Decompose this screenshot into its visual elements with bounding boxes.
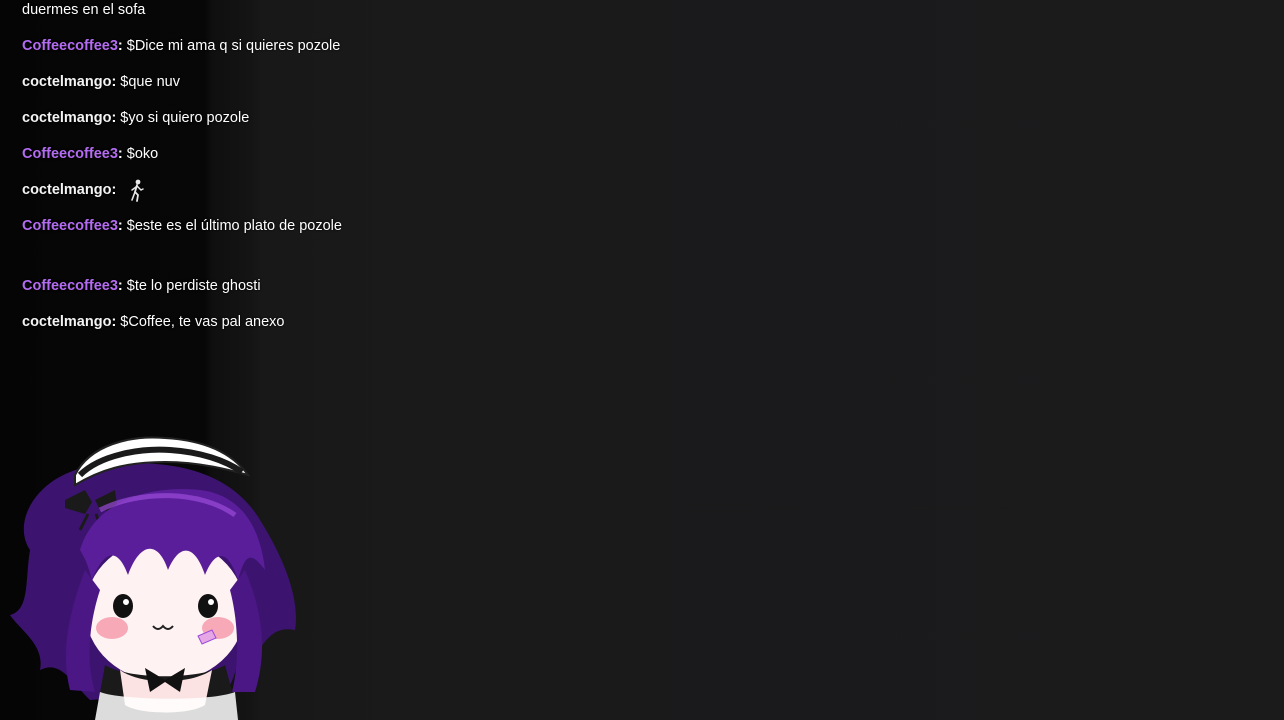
walking-figure-emote: [126, 178, 148, 203]
chat-message: coctelmango: $Coffee, te vas pal anexo: [22, 314, 285, 330]
chat-username[interactable]: Coffeecoffee3: [22, 278, 118, 294]
chat-username[interactable]: coctelmango: [22, 74, 111, 90]
message-text: $te lo perdiste ghosti: [126, 278, 261, 294]
chat-message: duermes en el sofa: [22, 0, 382, 23]
chat-username[interactable]: Coffeecoffee3: [22, 38, 118, 54]
message-text: duermes en el sofa: [22, 2, 146, 18]
chat-message: coctelmango: $yo si quiero pozole: [22, 110, 250, 126]
chat-username[interactable]: coctelmango: [22, 110, 111, 126]
chat-message: coctelmango: $que nuv: [22, 74, 180, 90]
chat-username[interactable]: Coffeecoffee3: [22, 218, 118, 234]
chat-message: Coffeecoffee3: $oko: [22, 146, 159, 162]
stream-overlay: duermes en el sofa Coffeecoffee3: $Dice …: [0, 0, 1284, 720]
message-text: $Coffee, te vas pal anexo: [120, 314, 285, 330]
message-text: $oko: [126, 146, 159, 162]
chat-message: Coffeecoffee3: $te lo perdiste ghosti: [22, 278, 261, 294]
message-text: $este es el último plato de pozole: [126, 218, 342, 234]
message-text: $que nuv: [120, 74, 180, 90]
message-text: $yo si quiero pozole: [120, 110, 250, 126]
chat-username[interactable]: coctelmango: [22, 182, 111, 198]
chat-username[interactable]: Coffeecoffee3: [22, 146, 118, 162]
message-text: $Dice mi ama q si quieres pozole: [126, 38, 341, 54]
chat-username[interactable]: coctelmango: [22, 314, 111, 330]
maid-avatar-icon: [0, 430, 310, 720]
chat-message: Coffeecoffee3: $Dice mi ama q si quieres…: [22, 38, 341, 54]
chat-message: coctelmango:: [22, 178, 382, 203]
chat-message: Coffeecoffee3: $este es el último plato …: [22, 218, 342, 234]
